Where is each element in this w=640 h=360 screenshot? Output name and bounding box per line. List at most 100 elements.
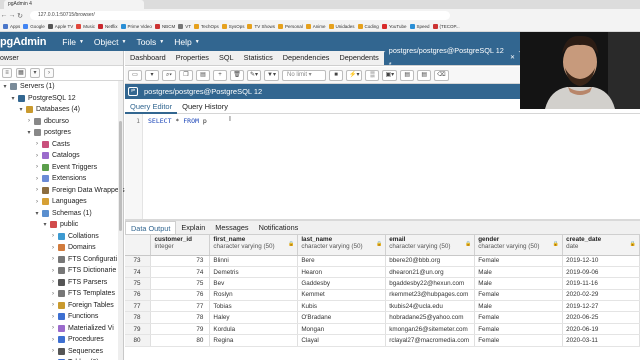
table-row[interactable]: 74 74 Demetris Hearon dhearon21@un.org Male 20… xyxy=(125,266,640,279)
chevron-right-icon[interactable]: › xyxy=(50,245,56,251)
delete-icon[interactable]: 🗑 xyxy=(230,69,244,81)
table-cell[interactable]: 76 xyxy=(150,289,211,302)
table-cell[interactable]: Kubis xyxy=(297,300,387,313)
chevron-right-icon[interactable]: › xyxy=(34,164,40,170)
table-cell[interactable]: O'Bradane xyxy=(297,311,387,324)
tree-item[interactable]: › FTS Parsers xyxy=(50,277,107,289)
tab-data-output[interactable]: Data Output xyxy=(125,221,177,234)
chevron-down-icon[interactable]: ▾ xyxy=(34,210,40,217)
table-cell[interactable]: tkubis24@ucla.edu xyxy=(385,300,476,313)
tree-item[interactable]: › Foreign Data Wrappers xyxy=(34,185,125,197)
table-row[interactable]: 76 76 Roslyn Kemmet rkemmet23@hubpages.com Fe… xyxy=(125,289,640,302)
row-number[interactable]: 79 xyxy=(125,323,152,336)
column-header[interactable]: first_name character varying (50) 🔒 xyxy=(209,235,299,256)
table-cell[interactable]: Gaddesby xyxy=(297,277,387,290)
paste-icon[interactable]: ▤ xyxy=(196,69,210,81)
chevron-right-icon[interactable]: › xyxy=(50,291,56,297)
table-row[interactable]: 77 77 Tobias Kubis tkubis24@ucla.edu Male 2019… xyxy=(125,300,640,313)
chevron-right-icon[interactable]: › xyxy=(50,314,56,320)
database-icon[interactable]: ≡ xyxy=(2,68,12,78)
table-cell[interactable]: 2019-12-27 xyxy=(562,300,640,313)
tree-scrollbar-thumb[interactable] xyxy=(119,121,122,231)
connection-icon[interactable]: ⇌ xyxy=(128,87,138,96)
tree-item[interactable]: › FTS Configurati xyxy=(50,254,117,266)
table-cell[interactable]: 79 xyxy=(150,323,211,336)
table-cell[interactable]: dhearon21@un.org xyxy=(385,266,476,279)
chevron-right-icon[interactable]: › xyxy=(50,279,56,285)
table-cell[interactable]: bbere20@bbb.org xyxy=(385,255,476,267)
chevron-right-icon[interactable]: › xyxy=(50,233,56,239)
tree-item[interactable]: ▾ public xyxy=(42,219,78,231)
table-cell[interactable]: bgaddesby22@hexun.com xyxy=(385,277,476,290)
menu-help[interactable]: Help ▼ xyxy=(174,37,199,47)
table-cell[interactable]: Female xyxy=(474,289,564,302)
tree-item[interactable]: › Procedures xyxy=(50,334,104,346)
tab-query-tool[interactable]: postgres/postgres@PostgreSQL 12 * ✕ xyxy=(383,46,520,69)
tree-item[interactable]: › Sequences xyxy=(50,346,103,358)
tab-dashboard[interactable]: Dashboard xyxy=(125,51,171,65)
tab-dependencies[interactable]: Dependencies xyxy=(278,51,335,65)
tree-item[interactable]: › Languages xyxy=(34,196,87,208)
table-cell[interactable]: Female xyxy=(474,323,564,336)
table-row[interactable]: 80 80 Regina Clayal rclayal27@macromedia.com… xyxy=(125,334,640,347)
back-icon[interactable]: ← xyxy=(0,12,8,19)
tab-explain[interactable]: Explain xyxy=(176,221,210,234)
bookmark-item[interactable]: (TECOP... xyxy=(432,24,460,29)
table-cell[interactable]: 2020-06-25 xyxy=(562,311,640,324)
menu-tools[interactable]: Tools ▼ xyxy=(136,37,164,47)
bookmark-item[interactable]: Netflix xyxy=(97,24,118,29)
forward-icon[interactable]: → xyxy=(8,12,16,19)
chevron-right-icon[interactable]: › xyxy=(34,176,40,182)
chevron-down-icon[interactable]: ▾ xyxy=(2,83,8,90)
tree-item[interactable]: › Domains xyxy=(50,242,96,254)
connection-bar[interactable]: ⇌ postgres/postgres@PostgreSQL 12 xyxy=(125,84,520,99)
chevron-right-icon[interactable]: › xyxy=(34,141,40,147)
column-header[interactable]: create_date date 🔒 xyxy=(562,235,640,256)
limit-select[interactable]: No limit ▾ xyxy=(282,69,326,81)
bookmark-item[interactable]: VT xyxy=(178,24,191,29)
row-number[interactable]: 77 xyxy=(125,300,152,313)
bookmark-item[interactable]: Anime xyxy=(305,24,326,29)
add-row-icon[interactable]: + xyxy=(213,69,227,81)
filter-icon[interactable]: ▾ xyxy=(30,68,40,78)
tab-statistics[interactable]: Statistics xyxy=(239,51,278,65)
table-cell[interactable]: rclayal27@macromedia.com xyxy=(385,334,476,347)
tab-notifications[interactable]: Notifications xyxy=(254,221,304,234)
bookmark-item[interactable]: Apps xyxy=(3,24,20,29)
execute-icon[interactable]: ⚡▾ xyxy=(346,69,363,81)
tab-query-history[interactable]: Query History xyxy=(177,99,233,114)
row-number[interactable]: 80 xyxy=(125,334,152,347)
row-number[interactable]: 76 xyxy=(125,289,152,302)
bookmark-item[interactable]: TV Shows xyxy=(247,24,275,29)
tree-item[interactable]: › Materialized Vi xyxy=(50,323,114,335)
table-cell[interactable]: 73 xyxy=(150,255,211,267)
chevron-right-icon[interactable]: › xyxy=(26,118,32,124)
chevron-right-icon[interactable]: › xyxy=(34,199,40,205)
chevron-right-icon[interactable]: › xyxy=(50,256,56,262)
tree-item[interactable]: ▾ Servers (1) xyxy=(2,81,55,93)
tab-query-editor[interactable]: Query Editor xyxy=(125,99,178,114)
tree-item[interactable]: › Catalogs xyxy=(34,150,80,162)
table-cell[interactable]: Demetris xyxy=(209,266,299,279)
table-row[interactable]: 78 78 Haley O'Bradane hobradane25@yahoo.com F… xyxy=(125,311,640,324)
column-header[interactable]: last_name character varying (50) 🔒 xyxy=(297,235,387,256)
bookmark-item[interactable]: Personal xyxy=(278,24,303,29)
tree-scrollbar[interactable] xyxy=(118,81,123,360)
filter-icon[interactable]: ▼▾ xyxy=(264,69,279,81)
tree-item[interactable]: ▾ postgres xyxy=(26,127,71,139)
table-cell[interactable]: Kemmet xyxy=(297,289,387,302)
table-row[interactable]: 73 73 Blinni Bere bbere20@bbb.org Female 2019-… xyxy=(125,255,640,267)
table-cell[interactable]: 74 xyxy=(150,266,211,279)
clear-icon[interactable]: ⌫ xyxy=(434,69,449,81)
bookmark-item[interactable]: TechOps xyxy=(193,24,219,29)
bookmark-item[interactable]: Music xyxy=(76,24,95,29)
url-input[interactable]: 127.0.0.1:50715/browser/ xyxy=(30,11,450,20)
row-number[interactable]: 75 xyxy=(125,277,152,290)
pgadmin-logo[interactable]: pgAdmin xyxy=(0,36,46,48)
table-cell[interactable]: Roslyn xyxy=(209,289,299,302)
tree-item[interactable]: › Functions xyxy=(50,311,98,323)
tree-item[interactable]: › FTS Dictionarie xyxy=(50,265,116,277)
table-cell[interactable]: Male xyxy=(474,277,564,290)
table-cell[interactable]: Clayal xyxy=(297,334,387,347)
tree-item[interactable]: ▾ Databases (4) xyxy=(18,104,80,116)
